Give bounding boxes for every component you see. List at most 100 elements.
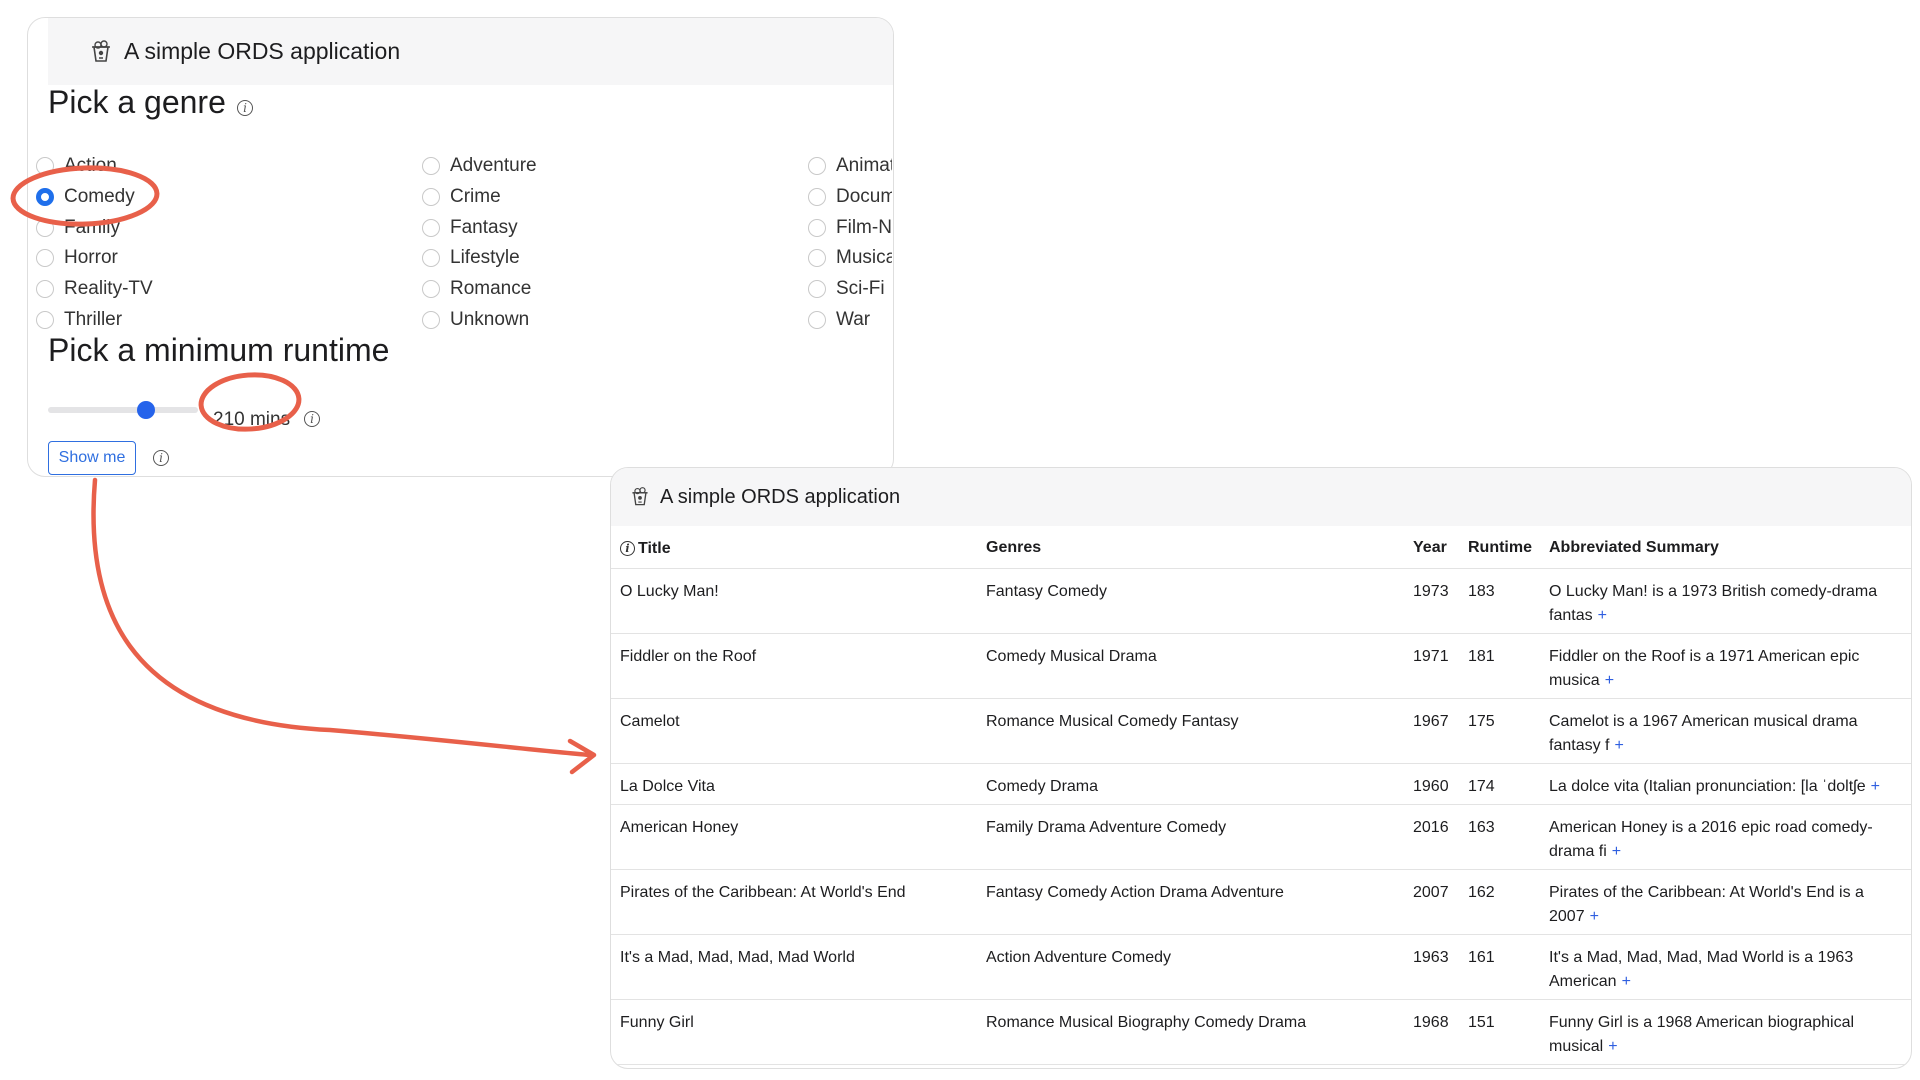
show-me-button[interactable]: Show me xyxy=(48,441,136,475)
genres-cell: Family Drama Adventure Comedy xyxy=(977,804,1404,870)
column-header-year[interactable]: Year xyxy=(1404,526,1459,569)
column-header-genres[interactable]: Genres xyxy=(977,526,1404,569)
year-cell: 2016 xyxy=(1404,804,1459,870)
table-header-row: i Title Genres Year Runtime Abbreviated S… xyxy=(611,526,1911,569)
genre-option-lifestyle[interactable]: Lifestyle xyxy=(422,244,520,272)
expand-plus-icon[interactable]: + xyxy=(1622,973,1631,990)
title-cell: Pirates of the Caribbean: At World's End xyxy=(611,869,977,935)
year-cell: 1971 xyxy=(1404,633,1459,699)
title-bar: A simple ORDS application xyxy=(611,468,1911,526)
genre-option-family[interactable]: Family xyxy=(36,214,120,242)
summary-cell: Camelot is a 1967 American musical drama… xyxy=(1540,698,1911,764)
genre-option-documentary[interactable]: Docum xyxy=(808,183,892,211)
genre-option-reality-tv[interactable]: Reality-TV xyxy=(36,275,153,303)
app-title: A simple ORDS application xyxy=(660,485,901,508)
info-icon[interactable]: i xyxy=(620,541,635,556)
radio-icon[interactable] xyxy=(808,157,826,175)
arrow-connector xyxy=(91,477,593,758)
table-row: Pirates of the Caribbean: At World's End… xyxy=(611,869,1911,935)
genre-radio-group: Action Comedy Family Horror Reality-TV T… xyxy=(36,152,893,352)
genre-option-thriller[interactable]: Thriller xyxy=(36,306,122,334)
summary-cell: La dolce vita (Italian pronunciation: [l… xyxy=(1540,763,1911,805)
genre-option-adventure[interactable]: Adventure xyxy=(422,152,537,180)
radio-icon[interactable] xyxy=(808,219,826,237)
radio-icon[interactable] xyxy=(36,219,54,237)
expand-plus-icon[interactable]: + xyxy=(1590,908,1599,925)
radio-icon[interactable] xyxy=(422,219,440,237)
genre-option-sci-fi[interactable]: Sci-Fi xyxy=(808,275,885,303)
info-icon[interactable]: i xyxy=(153,450,169,466)
slider-track[interactable] xyxy=(48,407,198,413)
radio-icon[interactable] xyxy=(422,311,440,329)
info-icon[interactable]: i xyxy=(237,100,253,116)
genre-option-comedy[interactable]: Comedy xyxy=(36,183,135,211)
expand-plus-icon[interactable]: + xyxy=(1612,843,1621,860)
genres-cell: Romance Musical Comedy Fantasy xyxy=(977,698,1404,764)
results-table: i Title Genres Year Runtime Abbreviated S… xyxy=(611,526,1911,1065)
radio-icon[interactable] xyxy=(422,157,440,175)
title-cell: O Lucky Man! xyxy=(611,568,977,634)
summary-cell: O Lucky Man! is a 1973 British comedy-dr… xyxy=(1540,568,1911,634)
genre-option-horror[interactable]: Horror xyxy=(36,244,118,272)
radio-icon[interactable] xyxy=(808,188,826,206)
year-cell: 1963 xyxy=(1404,934,1459,1000)
summary-cell: Pirates of the Caribbean: At World's End… xyxy=(1540,869,1911,935)
form-window: A simple ORDS application Pick a genre i… xyxy=(27,17,894,477)
radio-icon[interactable] xyxy=(422,188,440,206)
app-title: A simple ORDS application xyxy=(124,38,401,64)
runtime-cell: 151 xyxy=(1459,999,1540,1065)
summary-cell: Fiddler on the Roof is a 1971 American e… xyxy=(1540,633,1911,699)
table-row: Camelot Romance Musical Comedy Fantasy 1… xyxy=(611,698,1911,764)
table-row: La Dolce Vita Comedy Drama 1960 174 La d… xyxy=(611,763,1911,805)
genre-option-film-noir[interactable]: Film-N xyxy=(808,214,892,242)
year-cell: 1968 xyxy=(1404,999,1459,1065)
results-window: A simple ORDS application i Title Genres … xyxy=(610,467,1912,1069)
genre-option-animation[interactable]: Animat xyxy=(808,152,892,180)
title-cell: La Dolce Vita xyxy=(611,763,977,805)
title-cell: American Honey xyxy=(611,804,977,870)
title-cell: Camelot xyxy=(611,698,977,764)
runtime-cell: 175 xyxy=(1459,698,1540,764)
slider-thumb[interactable] xyxy=(137,401,155,419)
radio-icon[interactable] xyxy=(36,280,54,298)
info-icon[interactable]: i xyxy=(304,411,320,427)
app-logo-icon xyxy=(88,39,114,65)
genre-option-action[interactable]: Action xyxy=(36,152,117,180)
genre-option-fantasy[interactable]: Fantasy xyxy=(422,214,518,242)
table-row: American Honey Family Drama Adventure Co… xyxy=(611,804,1911,870)
genre-option-unknown[interactable]: Unknown xyxy=(422,306,529,334)
summary-cell: It's a Mad, Mad, Mad, Mad World is a 196… xyxy=(1540,934,1911,1000)
radio-icon[interactable] xyxy=(422,249,440,267)
arrow-head-icon xyxy=(567,738,597,775)
genres-cell: Comedy Musical Drama xyxy=(977,633,1404,699)
radio-icon[interactable] xyxy=(808,249,826,267)
year-cell: 1973 xyxy=(1404,568,1459,634)
expand-plus-icon[interactable]: + xyxy=(1871,778,1880,795)
runtime-cell: 183 xyxy=(1459,568,1540,634)
radio-selected-icon[interactable] xyxy=(36,188,54,206)
runtime-slider[interactable] xyxy=(48,401,198,419)
table-row: It's a Mad, Mad, Mad, Mad World Action A… xyxy=(611,934,1911,1000)
radio-icon[interactable] xyxy=(36,311,54,329)
radio-icon[interactable] xyxy=(36,249,54,267)
expand-plus-icon[interactable]: + xyxy=(1614,737,1623,754)
genre-heading: Pick a genre xyxy=(48,84,226,120)
expand-plus-icon[interactable]: + xyxy=(1605,672,1614,689)
column-header-title[interactable]: i Title xyxy=(611,526,977,569)
radio-icon[interactable] xyxy=(422,280,440,298)
column-header-summary[interactable]: Abbreviated Summary xyxy=(1540,526,1911,569)
radio-icon[interactable] xyxy=(808,280,826,298)
genres-cell: Fantasy Comedy Action Drama Adventure xyxy=(977,869,1404,935)
radio-icon[interactable] xyxy=(808,311,826,329)
radio-icon[interactable] xyxy=(36,157,54,175)
expand-plus-icon[interactable]: + xyxy=(1608,1038,1617,1055)
genre-option-romance[interactable]: Romance xyxy=(422,275,531,303)
genre-option-crime[interactable]: Crime xyxy=(422,183,501,211)
genre-option-war[interactable]: War xyxy=(808,306,870,334)
expand-plus-icon[interactable]: + xyxy=(1598,607,1607,624)
runtime-cell: 181 xyxy=(1459,633,1540,699)
runtime-heading: Pick a minimum runtime xyxy=(48,332,390,368)
column-header-runtime[interactable]: Runtime xyxy=(1459,526,1540,569)
genre-option-musical[interactable]: Musica xyxy=(808,244,892,272)
title-bar: A simple ORDS application xyxy=(48,18,893,85)
